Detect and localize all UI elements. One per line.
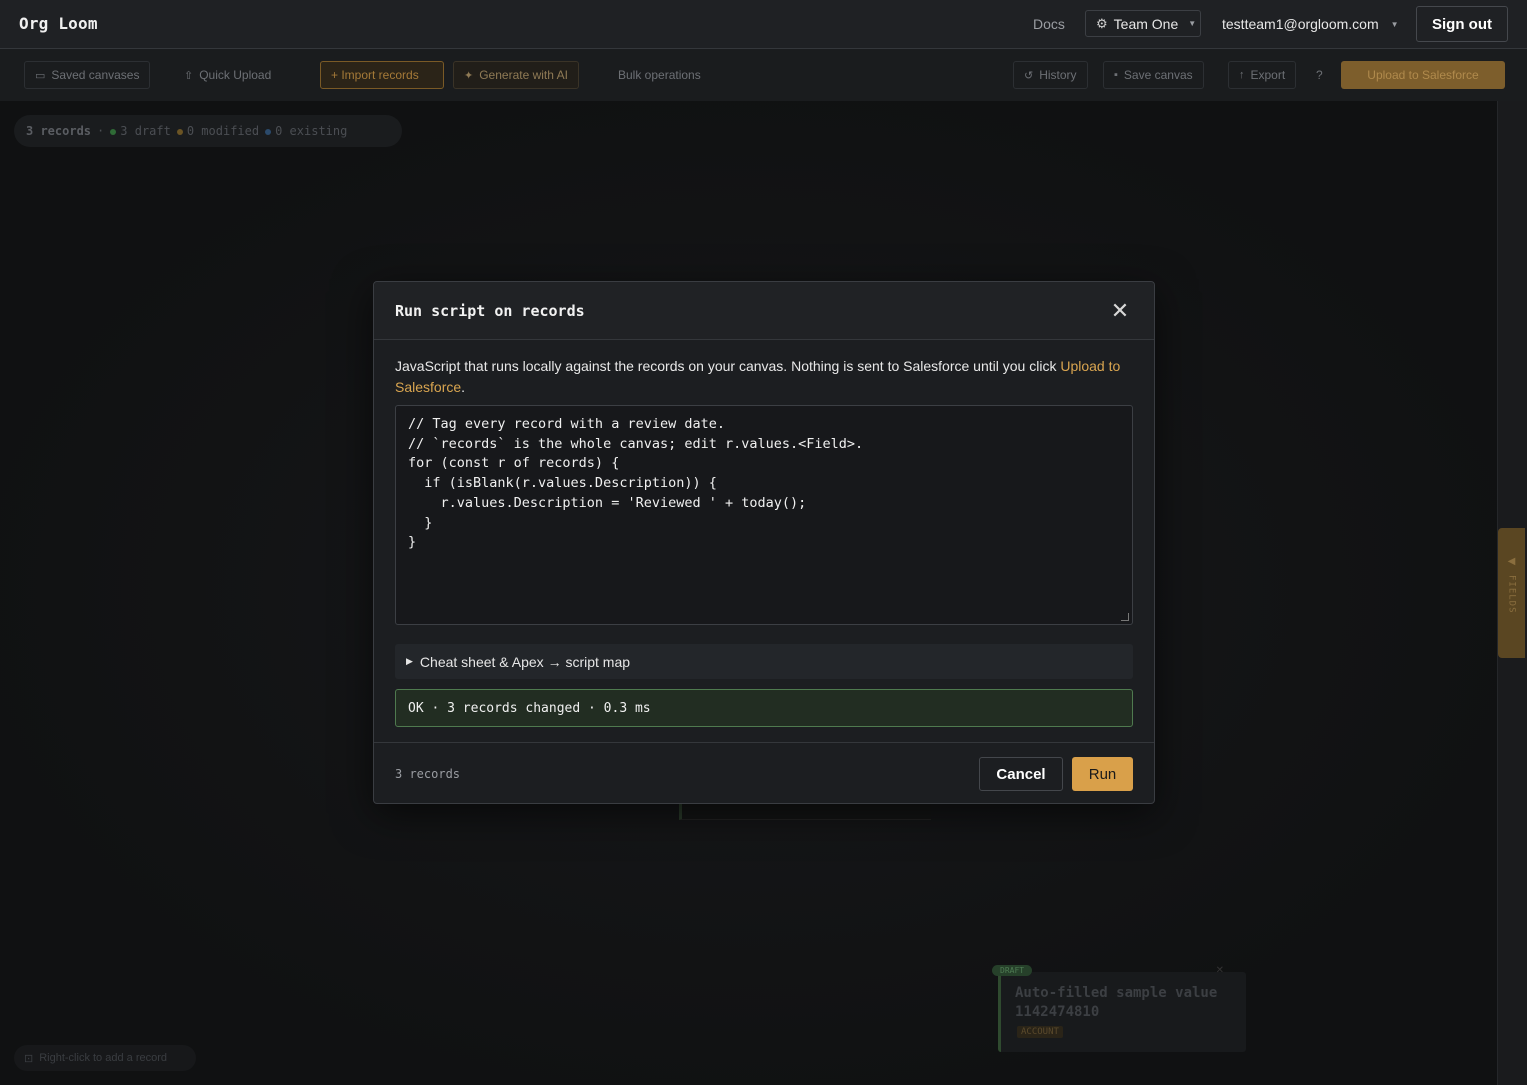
record-count: 3 records — [395, 767, 461, 781]
dialog-footer: 3 records Cancel Run — [374, 742, 1154, 804]
docs-link[interactable]: Docs — [1033, 16, 1065, 32]
modified-dot-icon — [176, 128, 183, 135]
canvas-hint-label: Right-click to add a record — [39, 1052, 167, 1064]
sign-out-button[interactable]: Sign out — [1416, 6, 1508, 42]
draft-dot-icon — [110, 128, 117, 135]
folder-icon: ▭ — [35, 69, 46, 82]
import-records-button[interactable]: + Import records — [320, 61, 444, 89]
close-icon[interactable]: ✕ — [1107, 298, 1133, 324]
chevron-down-icon: ▼ — [1390, 19, 1399, 29]
record-node-title: Auto-filled sample value 1142474810 — [1015, 985, 1218, 1020]
history-icon: ↺ — [1024, 69, 1034, 82]
fields-panel-toggle[interactable]: ◀ FIELDS — [1498, 528, 1525, 658]
account-menu[interactable]: testteam1@orgloom.com ▼ — [1222, 16, 1399, 32]
dialog-title: Run script on records — [395, 302, 585, 320]
top-nav: Org Loom Docs ⚙ Team One ▼ testteam1@org… — [0, 0, 1527, 49]
save-icon: ▪ — [1114, 69, 1118, 81]
canvas-hint: ⊡ Right-click to add a record — [14, 1045, 196, 1071]
status-badge: DRAFT — [992, 965, 1033, 976]
gear-icon: ⚙ — [1096, 15, 1108, 31]
generate-ai-label: Generate with AI — [479, 68, 568, 82]
upload-to-salesforce-button[interactable]: Upload to Salesforce — [1341, 61, 1505, 89]
run-button[interactable]: Run — [1072, 757, 1133, 791]
dialog-description: JavaScript that runs locally against the… — [395, 358, 1121, 395]
bulk-operations-button[interactable]: Bulk operations — [608, 61, 711, 89]
cheat-sheet-label: Cheat sheet & Apex → script map — [419, 653, 631, 670]
stats-records: 3 records — [26, 124, 92, 138]
team-selector[interactable]: ⚙ Team One ▼ — [1085, 10, 1201, 37]
chevron-left-icon: ◀ — [1507, 556, 1516, 567]
save-canvas-button[interactable]: ▪ Save canvas — [1103, 61, 1204, 89]
bulk-operations-label: Bulk operations — [618, 68, 701, 82]
history-label: History — [1039, 68, 1077, 82]
record-node-ghost — [679, 804, 931, 820]
quick-upload-label: Quick Upload — [199, 68, 272, 82]
fields-panel-label: FIELDS — [1506, 575, 1517, 614]
generate-ai-button[interactable]: ✦ Generate with AI — [453, 61, 579, 89]
script-result-text: OK · 3 records changed · 0.3 ms — [408, 700, 651, 716]
team-name: Team One — [1113, 15, 1179, 32]
stats-draft: 3 draft — [110, 124, 171, 138]
record-stats-bar: 3 records · 3 draft 0 modified 0 existin… — [14, 115, 402, 147]
cancel-button[interactable]: Cancel — [979, 757, 1063, 791]
save-canvas-label: Save canvas — [1123, 68, 1193, 82]
upload-salesforce-label: Upload to Salesforce — [1367, 68, 1479, 82]
stats-existing: 0 existing — [265, 124, 347, 138]
record-node[interactable]: DRAFT ✕ Auto-filled sample value 1142474… — [992, 965, 1246, 1052]
sparkle-icon: ✦ — [464, 69, 474, 82]
help-button[interactable]: ? — [1306, 61, 1333, 89]
account-email: testteam1@orgloom.com — [1222, 16, 1379, 32]
script-editor[interactable]: // Tag every record with a review date. … — [395, 405, 1133, 625]
history-button[interactable]: ↺ History — [1013, 61, 1088, 89]
close-icon[interactable]: ✕ — [1216, 965, 1224, 976]
dialog-header: Run script on records ✕ — [374, 282, 1154, 340]
stats-modified: 0 modified — [176, 124, 259, 138]
run-script-dialog: Run script on records ✕ JavaScript that … — [373, 281, 1155, 804]
export-button[interactable]: ↑ Export — [1228, 61, 1297, 89]
existing-dot-icon — [265, 128, 272, 135]
object-type-tag: ACCOUNT — [1017, 1026, 1063, 1038]
export-label: Export — [1250, 68, 1286, 82]
script-code: // Tag every record with a review date. … — [408, 416, 864, 551]
export-icon: ↑ — [1239, 69, 1245, 81]
help-label: ? — [1316, 68, 1323, 82]
info-icon: ⊡ — [24, 1052, 34, 1065]
cheat-sheet-toggle[interactable]: ▶ Cheat sheet & Apex → script map — [395, 644, 1133, 679]
saved-canvases-button[interactable]: ▭ Saved canvases — [24, 61, 151, 89]
resize-handle-icon[interactable] — [1121, 613, 1129, 621]
script-result-banner: OK · 3 records changed · 0.3 ms — [395, 689, 1133, 727]
upload-icon: ⇧ — [184, 69, 194, 82]
saved-canvases-label: Saved canvases — [51, 68, 140, 82]
chevron-down-icon: ▼ — [1188, 19, 1197, 28]
quick-upload-button[interactable]: ⇧ Quick Upload — [174, 61, 281, 89]
canvas-toolbar: ▭ Saved canvases ⇧ Quick Upload + Import… — [0, 49, 1527, 101]
triangle-right-icon: ▶ — [406, 656, 413, 666]
brand-logo[interactable]: Org Loom — [19, 14, 98, 33]
import-records-label: + Import records — [331, 68, 419, 82]
